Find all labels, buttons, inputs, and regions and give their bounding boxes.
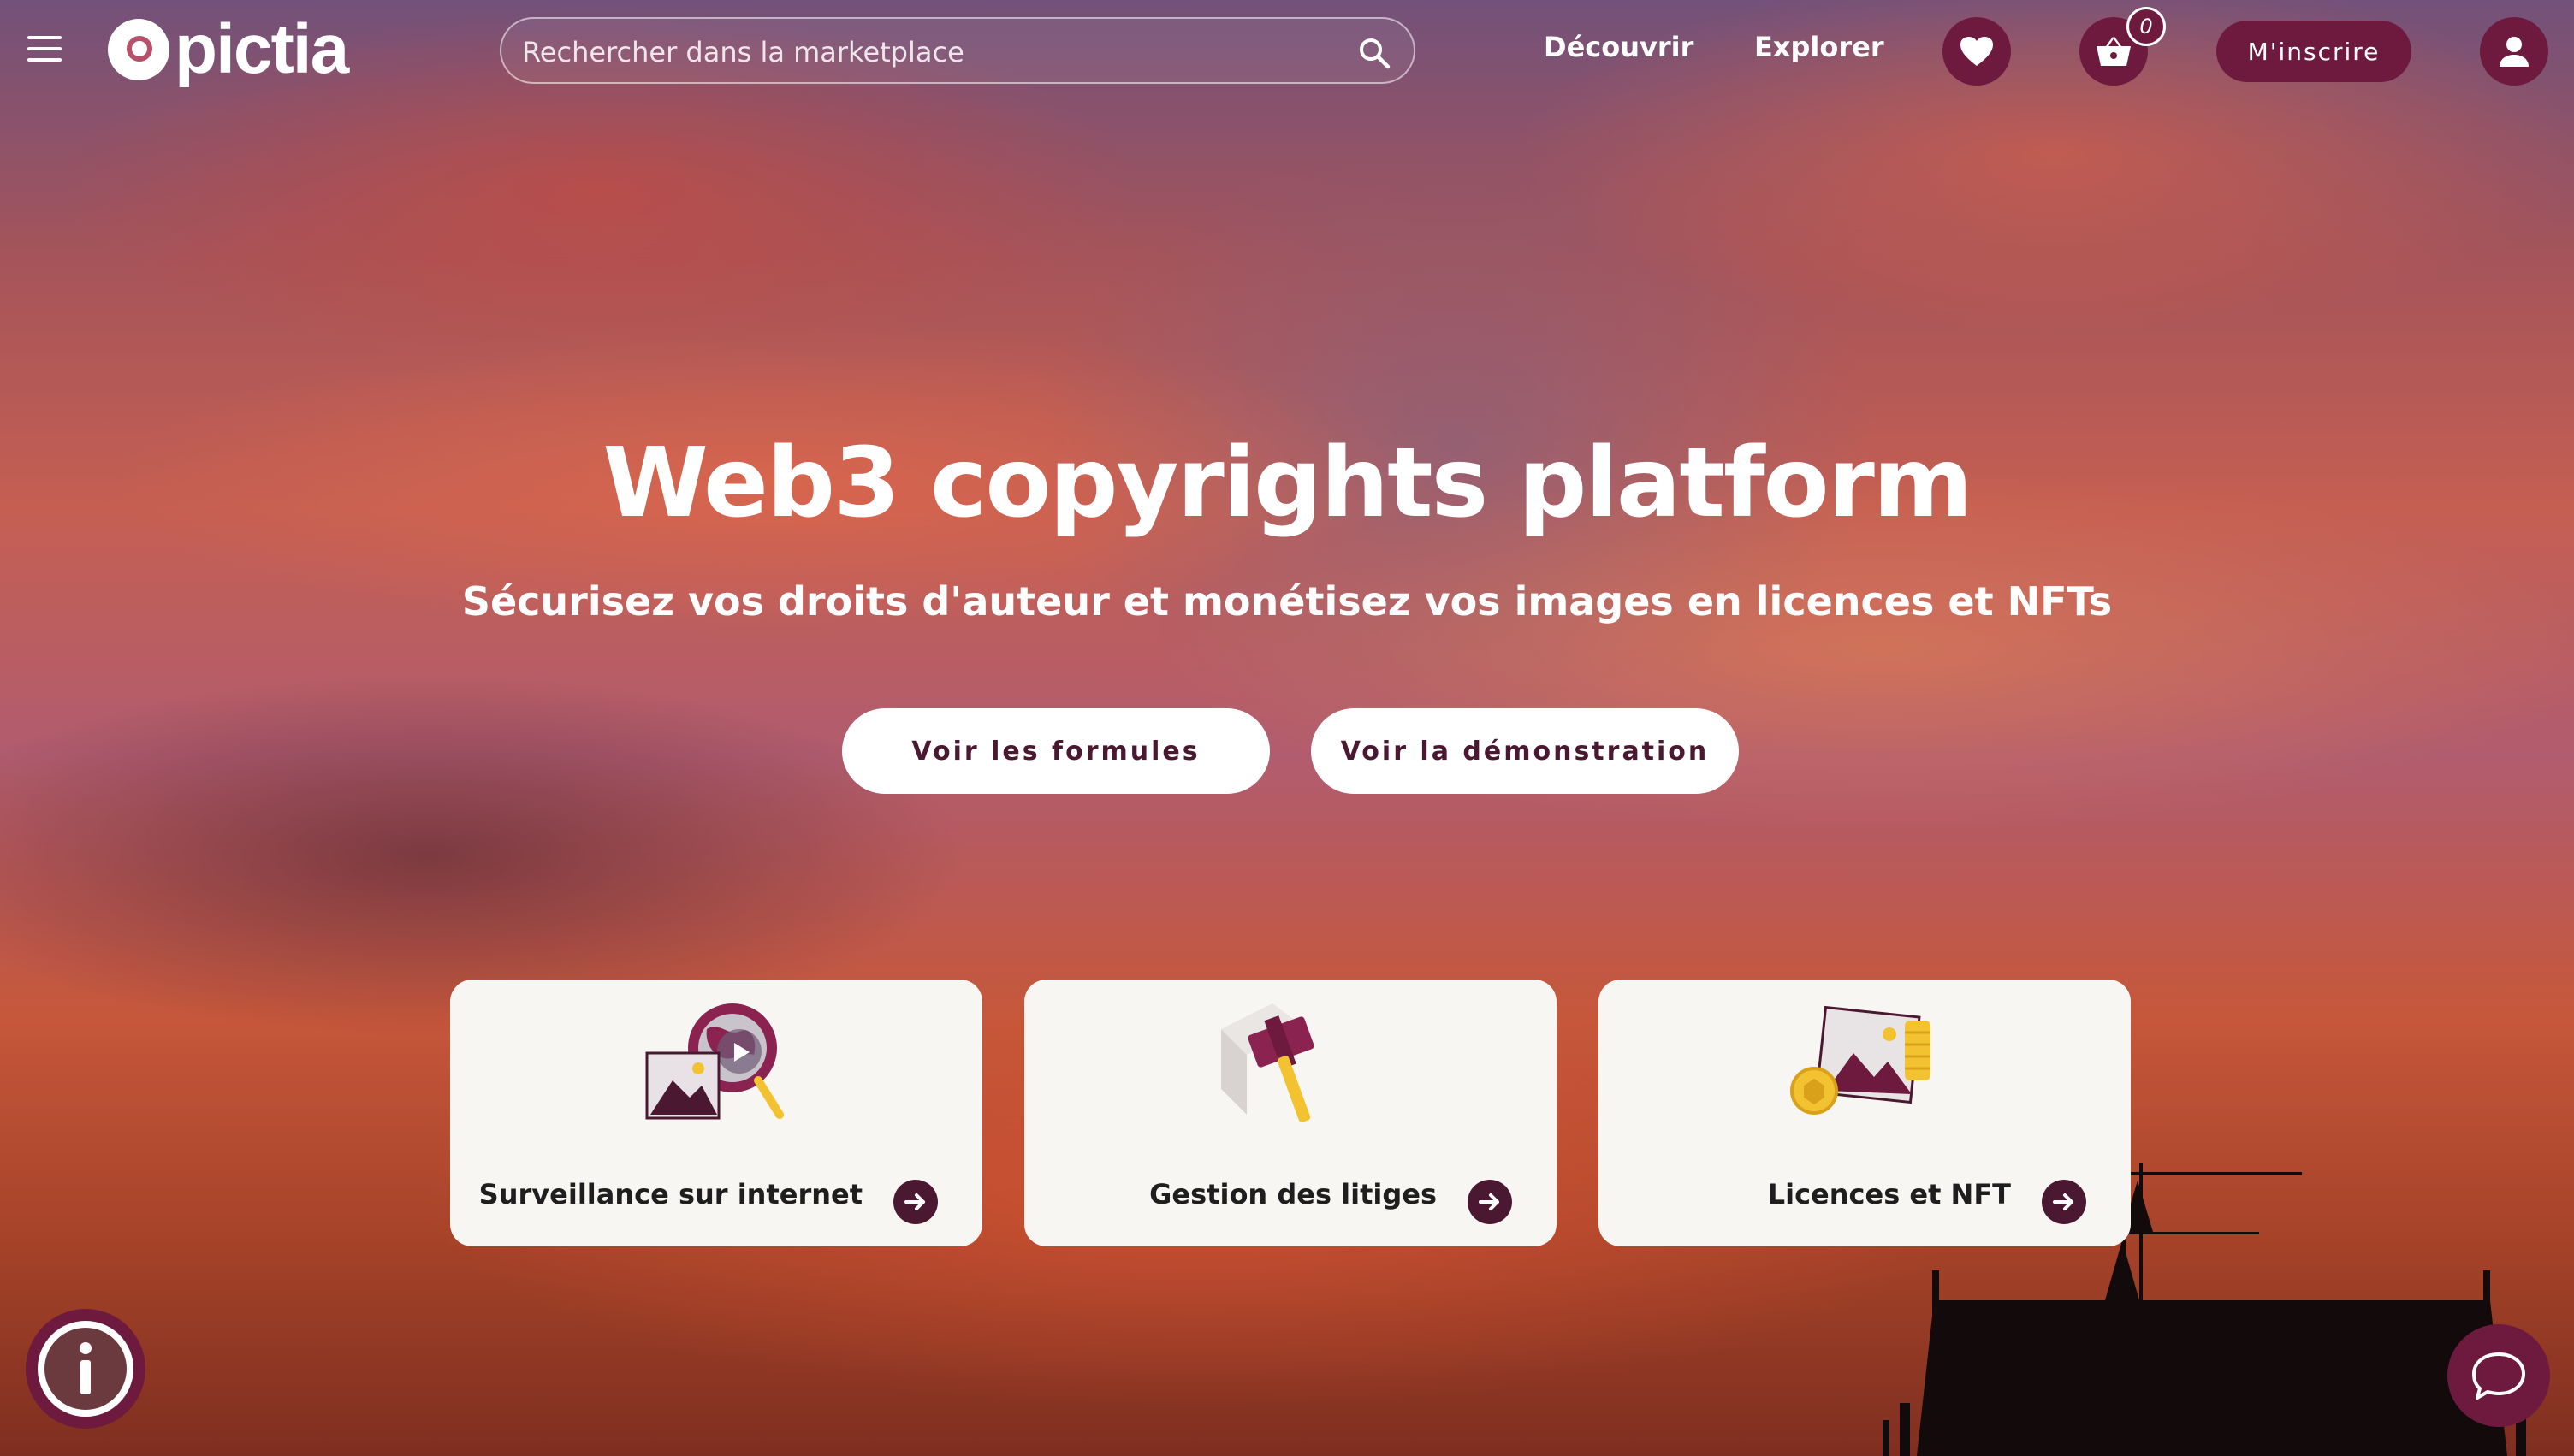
info-icon: [38, 1321, 133, 1417]
gavel-icon: [1221, 1003, 1314, 1122]
info-button[interactable]: [26, 1309, 145, 1429]
arrow-right-icon[interactable]: [893, 1180, 938, 1224]
favorites-button[interactable]: [1942, 17, 2011, 86]
user-icon: [2500, 37, 2529, 67]
signup-label: M'inscrire: [2247, 37, 2381, 66]
image-coins-icon: [1790, 1005, 1931, 1115]
logo-mark-icon: [108, 19, 169, 80]
account-button[interactable]: [2480, 17, 2548, 86]
card-licenses-nft[interactable]: Licences et NFT: [1598, 980, 2131, 1246]
basket-icon: [2097, 37, 2131, 66]
view-plans-button[interactable]: Voir les formules: [842, 708, 1270, 794]
view-demo-label: Voir la démonstration: [1340, 736, 1710, 766]
search-icon[interactable]: [1357, 36, 1391, 70]
arrow-right-icon[interactable]: [2042, 1180, 2086, 1224]
pictia-logo[interactable]: pictia: [108, 10, 349, 88]
chat-button[interactable]: [2447, 1324, 2550, 1427]
nav-discover[interactable]: Découvrir: [1544, 31, 1693, 63]
heart-icon: [1960, 37, 1993, 66]
card-internet-monitoring[interactable]: Surveillance sur internet: [450, 980, 982, 1246]
logo-text: pictia: [175, 10, 349, 88]
hero-title: Web3 copyrights platform: [602, 428, 1972, 539]
top-navigation: pictia Découvrir Explorer 0 M'inscrire: [0, 0, 2574, 103]
magnifier-globe-icon: [645, 1003, 784, 1120]
hamburger-menu-icon[interactable]: [27, 36, 62, 65]
card-dispute-management[interactable]: Gestion des litiges: [1024, 980, 1557, 1246]
view-plans-label: Voir les formules: [911, 736, 1201, 766]
card-label: Surveillance sur internet: [478, 1178, 863, 1210]
cart-count-badge: 0: [2126, 7, 2166, 46]
arrow-right-icon[interactable]: [1468, 1180, 1512, 1224]
card-label: Licences et NFT: [1767, 1178, 2011, 1210]
search-input[interactable]: [520, 27, 1328, 77]
card-label: Gestion des litiges: [1149, 1178, 1437, 1210]
signup-button[interactable]: M'inscrire: [2216, 21, 2411, 82]
search-bar: [500, 17, 1415, 84]
view-demo-button[interactable]: Voir la démonstration: [1311, 708, 1739, 794]
nav-explore[interactable]: Explorer: [1754, 31, 1884, 63]
cart-count: 0: [2139, 15, 2153, 38]
hero-subtitle: Sécurisez vos droits d'auteur et monétis…: [461, 578, 2113, 624]
chat-bubble-icon: [2472, 1352, 2525, 1400]
